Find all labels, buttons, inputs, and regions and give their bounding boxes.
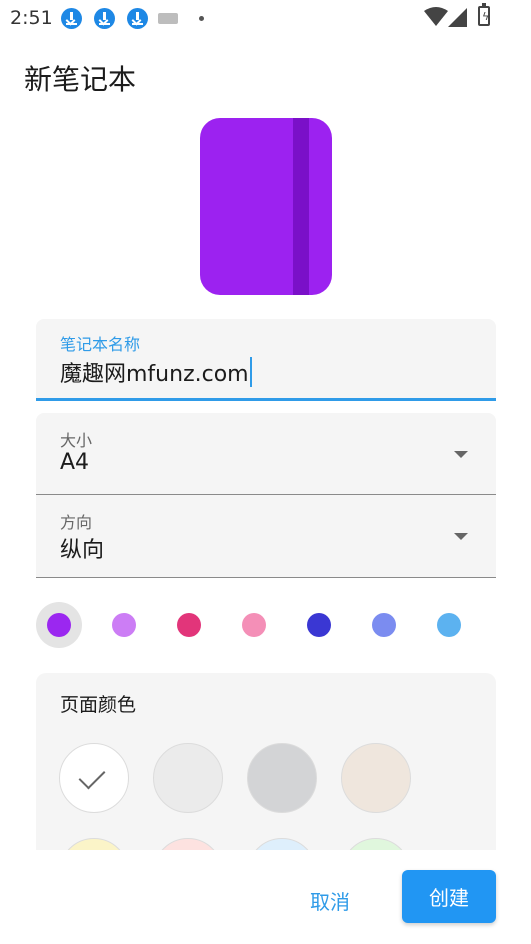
- page-color-label: 页面颜色: [60, 694, 137, 716]
- page-color-card: 页面颜色: [36, 673, 496, 853]
- color-dot: [112, 613, 136, 637]
- notebook-name-input[interactable]: 魔趣网mfunz.com: [60, 356, 252, 388]
- keyboard-icon: [158, 13, 178, 24]
- cover-color-swatch[interactable]: [231, 602, 277, 648]
- notebook-cover-preview: [200, 118, 332, 295]
- cover-color-picker: [36, 602, 496, 650]
- text-cursor: [249, 357, 252, 387]
- color-dot: [242, 613, 266, 637]
- color-dot: [47, 613, 71, 637]
- page-color-option[interactable]: [341, 743, 411, 813]
- orientation-value: 纵向: [60, 538, 105, 563]
- dropdown-arrow-icon[interactable]: [454, 533, 468, 540]
- page-color-option[interactable]: [153, 743, 223, 813]
- color-dot: [177, 613, 201, 637]
- orientation-label: 方向: [60, 513, 93, 532]
- cover-color-swatch[interactable]: [101, 602, 147, 648]
- action-bar: 取消 创建: [0, 850, 531, 944]
- notebook-name-field[interactable]: 笔记本名称 魔趣网mfunz.com: [36, 319, 496, 401]
- download-icon: [127, 8, 148, 29]
- cover-color-swatch[interactable]: [36, 602, 82, 648]
- size-value: A4: [60, 450, 90, 475]
- download-icon: [61, 8, 82, 29]
- notebook-name-label: 笔记本名称: [60, 335, 141, 354]
- cancel-button[interactable]: 取消: [296, 880, 364, 920]
- size-label: 大小: [60, 431, 93, 450]
- page-color-option[interactable]: [247, 743, 317, 813]
- create-button[interactable]: 创建: [402, 870, 496, 923]
- cover-color-swatch[interactable]: [166, 602, 212, 648]
- check-icon: [78, 762, 106, 790]
- size-dropdown[interactable]: 大小 A4: [36, 413, 496, 495]
- cover-color-swatch[interactable]: [296, 602, 342, 648]
- wifi-icon: [424, 7, 448, 26]
- cover-color-swatch[interactable]: [426, 602, 472, 648]
- page-title: 新笔记本: [24, 63, 137, 96]
- notebook-spine: [293, 118, 309, 295]
- dot-icon: [199, 16, 204, 21]
- color-dot: [372, 613, 396, 637]
- page-color-option[interactable]: [59, 743, 129, 813]
- download-icon: [94, 8, 115, 29]
- dropdown-arrow-icon[interactable]: [454, 451, 468, 458]
- cover-color-swatch[interactable]: [361, 602, 407, 648]
- status-time: 2:51: [10, 7, 53, 29]
- battery-charging-icon: ϟ: [478, 3, 490, 26]
- signal-icon: [448, 8, 467, 27]
- orientation-dropdown[interactable]: 方向 纵向: [36, 495, 496, 578]
- color-dot: [307, 613, 331, 637]
- color-dot: [437, 613, 461, 637]
- status-bar: 2:51 ϟ: [0, 0, 531, 36]
